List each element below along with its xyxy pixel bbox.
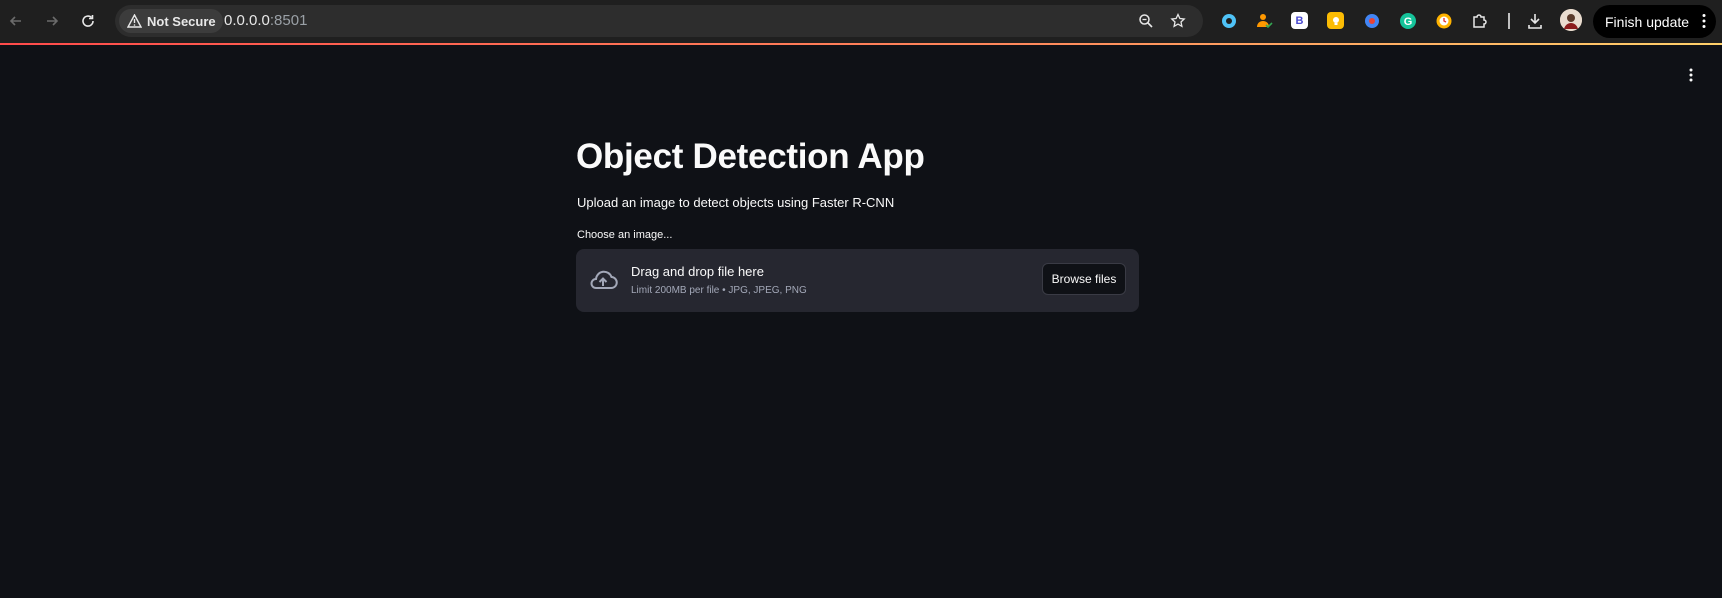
warning-icon (127, 14, 142, 28)
clock-extension-icon[interactable] (1434, 11, 1454, 31)
app-main-menu-button[interactable] (1682, 64, 1700, 86)
url-port: :8501 (269, 12, 308, 29)
b-extension-icon[interactable]: B (1291, 12, 1308, 29)
dropzone-limit-text: Limit 200MB per file • JPG, JPEG, PNG (631, 285, 807, 296)
url-host: 0.0.0.0 (224, 12, 270, 29)
loading-progress-bar (0, 43, 1722, 45)
cloud-upload-icon (590, 270, 618, 289)
toolbar-separator (1508, 13, 1510, 29)
avatar-icon (1560, 9, 1582, 31)
sticky-note-extension-icon[interactable] (1327, 12, 1344, 29)
security-label: Not Secure (147, 13, 216, 29)
star-icon (1170, 13, 1186, 28)
zoom-button[interactable] (1136, 11, 1156, 31)
reload-icon (82, 15, 94, 27)
forward-button[interactable] (38, 8, 66, 34)
svg-text:G: G (1404, 16, 1413, 28)
reload-button[interactable] (74, 8, 102, 34)
zoom-icon (1139, 14, 1153, 28)
kebab-menu-icon (1689, 68, 1693, 82)
chat-extension-icon[interactable] (1219, 11, 1239, 31)
arrow-right-icon (47, 16, 59, 26)
grammarly-icon[interactable]: G (1398, 11, 1418, 31)
address-bar[interactable]: Not Secure 0.0.0.0:8501 (115, 5, 1203, 37)
profile-avatar[interactable] (1560, 9, 1582, 31)
dropzone-instructions: Drag and drop file here (631, 264, 764, 279)
arrow-left-icon (9, 16, 21, 26)
bookmark-button[interactable] (1168, 11, 1188, 31)
page-subtitle: Upload an image to detect objects using … (577, 195, 895, 210)
file-dropzone[interactable]: Drag and drop file here Limit 200MB per … (576, 249, 1139, 312)
finish-update-button[interactable]: Finish update (1593, 5, 1716, 38)
extensions-puzzle-icon[interactable] (1470, 11, 1490, 31)
security-chip[interactable]: Not Secure (119, 9, 223, 33)
page-title: Object Detection App (576, 137, 925, 176)
finish-update-label: Finish update (1605, 13, 1690, 30)
kebab-menu-icon (1702, 14, 1706, 28)
browser-toolbar: Not Secure 0.0.0.0:8501 B G Finish updat (0, 0, 1722, 43)
rocket-extension-icon[interactable] (1362, 11, 1382, 31)
browse-files-button[interactable]: Browse files (1042, 263, 1126, 295)
url-text[interactable]: 0.0.0.0:8501 (224, 12, 307, 29)
person-extension-icon[interactable] (1254, 11, 1274, 31)
back-button[interactable] (2, 8, 30, 34)
downloads-icon[interactable] (1525, 11, 1545, 31)
uploader-label: Choose an image... (577, 229, 673, 241)
